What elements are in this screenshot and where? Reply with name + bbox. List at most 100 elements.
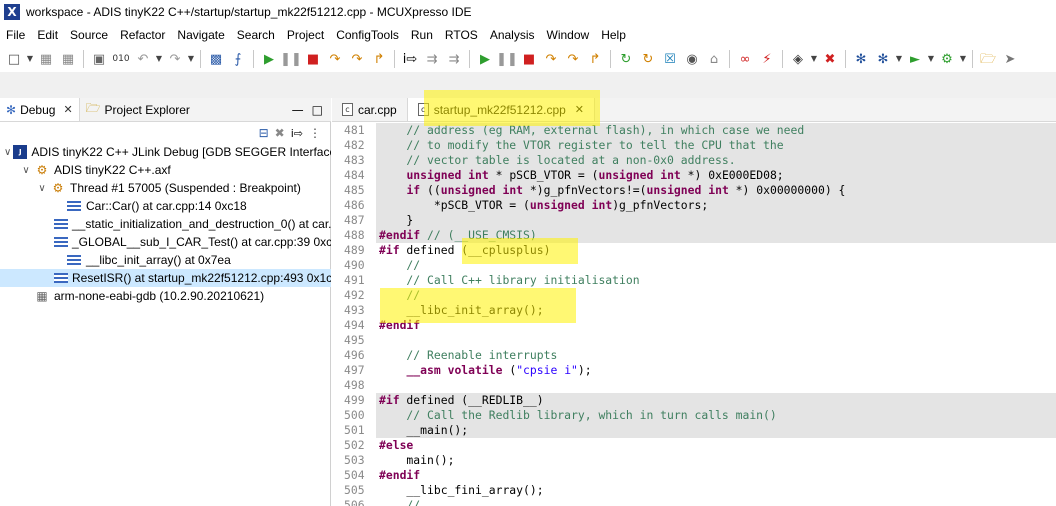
reset-icon[interactable]: ↻ [638,49,658,69]
code-text: __asm volatile ("cpsie i"); [406,363,592,377]
menu-navigate[interactable]: Navigate [171,25,230,45]
save-all-icon[interactable]: ▦ [58,49,78,69]
run-dropdown-icon[interactable]: ▼ [927,49,935,69]
code-line: 498 [332,378,1056,393]
tree-item-label: __static_initialization_and_destruction_… [72,217,331,231]
globe-icon[interactable]: ◉ [682,49,702,69]
redo-dropdown-icon[interactable]: ▼ [187,49,195,69]
tree-item[interactable]: __libc_init_array() at 0x7ea [0,251,331,269]
tab-debug[interactable]: ✻ Debug ✕ [0,98,80,121]
menu-run[interactable]: Run [405,25,439,45]
step-return-icon[interactable]: ↱ [369,49,389,69]
restart-icon[interactable]: ↻ [616,49,636,69]
tab-startup-cpp[interactable]: c startup_mk22f51212.cpp ✕ [406,98,596,121]
toolbar-separator [845,50,846,68]
tree-item[interactable]: _GLOBAL__sub_I_CAR_Test() at car.cpp:39 … [0,233,331,251]
step-into-icon[interactable]: ↷ [325,49,345,69]
erase-dropdown-icon[interactable]: ▼ [810,49,818,69]
build-icon[interactable]: ▣ [89,49,109,69]
menu-rtos[interactable]: RTOS [439,25,484,45]
menu-file[interactable]: File [0,25,31,45]
erase-icon[interactable]: ◈ [788,49,808,69]
tree-item-label: ResetISR() at startup_mk22f51212.cpp:493… [72,271,331,285]
settings-dropdown-icon[interactable]: ▼ [895,49,903,69]
run-icon[interactable]: ► [905,49,925,69]
tab-car-cpp[interactable]: c car.cpp [332,98,407,121]
menu-edit[interactable]: Edit [31,25,64,45]
chevron-down-icon[interactable]: ∨ [4,147,11,158]
resume-icon[interactable]: ▶ [259,49,279,69]
new-dropdown-icon[interactable]: ▼ [26,49,34,69]
code-text: __main(); [379,423,469,437]
line-number: 501 [344,423,365,437]
menu-search[interactable]: Search [231,25,281,45]
menu-refactor[interactable]: Refactor [114,25,171,45]
view-menu-icon[interactable]: ⋮ [309,126,321,140]
tab-project-explorer[interactable]: 🗁 Project Explorer [80,98,196,121]
debug-step-over-all-icon[interactable]: ↷ [563,49,583,69]
terminal-icon[interactable]: ▩ [206,49,226,69]
flash-icon[interactable]: ⚡ [757,49,777,69]
debug-terminate-all-icon[interactable]: ■ [519,49,539,69]
menu-source[interactable]: Source [64,25,114,45]
close-icon[interactable]: ✕ [575,103,584,116]
binary-icon[interactable]: 010 [111,49,131,69]
undo-dropdown-icon[interactable]: ▼ [155,49,163,69]
menu-analysis[interactable]: Analysis [484,25,541,45]
skip-breakpoints-icon[interactable]: ⨍ [228,49,248,69]
save-icon[interactable]: ▦ [36,49,56,69]
open-folder-icon[interactable]: 🗁 [978,49,998,69]
tree-item[interactable]: ∨ J ADIS tinyK22 C++ JLink Debug [GDB SEGG… [0,143,331,161]
debug-bug-icon[interactable]: ✻ [851,49,871,69]
tree-item[interactable]: __static_initialization_and_destruction_… [0,215,331,233]
chevron-down-icon[interactable]: ∨ [20,165,32,176]
tree-item[interactable]: Car::Car() at car.cpp:14 0xc18 [0,197,331,215]
debug-step-into-all-icon[interactable]: ↷ [541,49,561,69]
remove-icon[interactable]: ✖ [820,49,840,69]
settings-bug-icon[interactable]: ✻ [873,49,893,69]
menu-configtools[interactable]: ConfigTools [330,25,405,45]
use-step-filters-icon[interactable]: ⇉ [422,49,442,69]
new-icon[interactable]: □ [4,49,24,69]
tree-item[interactable]: ∨ ⚙ Thread #1 57005 (Suspended : Breakpoin… [0,179,331,197]
external-tools-dropdown-icon[interactable]: ▼ [959,49,967,69]
undo-icon[interactable]: ↶ [133,49,153,69]
debug-step-return-all-icon[interactable]: ↱ [585,49,605,69]
code-line: 504 #endif [332,468,1056,483]
maximize-icon[interactable]: □ [312,103,323,117]
instruction-step-icon[interactable]: i⇨ [400,49,420,69]
menu-project[interactable]: Project [281,25,330,45]
instruction-stepping-icon[interactable]: i⇨ [291,127,303,140]
tree-item[interactable]: ∨ ⚙ ADIS tinyK22 C++.axf [0,161,331,179]
redo-icon[interactable]: ↷ [165,49,185,69]
code-area[interactable]: 481 // address (eg RAM, external flash),… [332,123,1056,506]
panel-controls: — □ [292,98,331,121]
debug-resume-all-icon[interactable]: ▶ [475,49,495,69]
editor-tabs: c car.cpp c startup_mk22f51212.cpp ✕ [332,98,1056,122]
home-icon[interactable]: ⌂ [704,49,724,69]
chevron-down-icon[interactable]: ∨ [36,183,48,194]
code-text: // address (eg RAM, external flash), in … [379,123,805,137]
terminate-icon[interactable]: ■ [303,49,323,69]
debug-suspend-all-icon[interactable]: ❚❚ [496,49,518,69]
toolbar-separator [394,50,395,68]
tree-item[interactable]: ResetISR() at startup_mk22f51212.cpp:493… [0,269,331,287]
line-number: 490 [344,258,365,272]
open-type-icon[interactable]: ➤ [1000,49,1020,69]
suspend-icon[interactable]: ❚❚ [280,49,302,69]
code-text: // Call the Redlib library, which in tur… [379,408,777,422]
step-over-icon[interactable]: ↷ [347,49,367,69]
close-icon[interactable]: ✕ [63,103,72,116]
menu-window[interactable]: Window [541,25,596,45]
code-line: 491 // Call C++ library initialisation [332,273,1056,288]
minimize-icon[interactable]: — [292,103,304,117]
tree-item[interactable]: ▦ arm-none-eabi-gdb (10.2.90.20210621) [0,287,331,305]
remove-terminated-icon[interactable]: ✖ [275,126,285,140]
collapse-all-icon[interactable]: ⊟ [259,126,269,140]
link-icon[interactable]: ∞ [735,49,755,69]
disconnect-icon[interactable]: ☒ [660,49,680,69]
external-tools-icon[interactable]: ⚙ [937,49,957,69]
step-filters-icon[interactable]: ⇉ [444,49,464,69]
menu-help[interactable]: Help [595,25,632,45]
code-text: // to modify the VTOR register to tell t… [379,138,784,152]
